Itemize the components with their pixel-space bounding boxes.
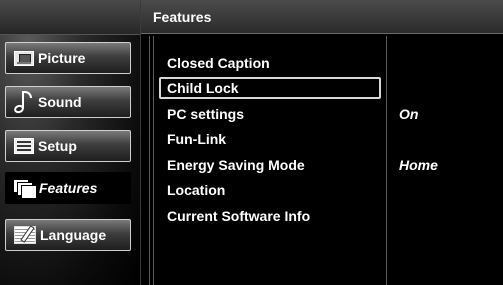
energy-saving-mode-value: Home <box>399 157 438 173</box>
sidebar: Picture Sound Setup Features Language <box>0 0 141 285</box>
menu-item-location[interactable]: Location <box>165 179 375 201</box>
sidebar-header <box>0 0 140 35</box>
menu-item-energy-saving-mode[interactable]: Energy Saving Mode <box>165 154 375 176</box>
sound-icon <box>12 91 34 115</box>
features-icon <box>13 179 37 199</box>
sidebar-item-label: Sound <box>38 94 82 110</box>
language-icon <box>14 226 36 244</box>
divider <box>153 36 154 285</box>
menu-item-fun-link[interactable]: Fun-Link <box>165 128 375 150</box>
divider <box>149 36 150 285</box>
sidebar-item-sound[interactable]: Sound <box>5 86 131 118</box>
setup-icon <box>14 138 34 154</box>
divider <box>386 36 387 285</box>
menu-item-pc-settings[interactable]: PC settings <box>165 103 375 125</box>
pc-settings-value: On <box>399 106 419 122</box>
sidebar-item-setup[interactable]: Setup <box>5 130 131 162</box>
picture-icon <box>14 50 34 66</box>
menu-item-current-software-info[interactable]: Current Software Info <box>165 205 375 227</box>
page-title: Features <box>141 0 503 34</box>
sidebar-item-label: Features <box>39 180 98 196</box>
sidebar-item-picture[interactable]: Picture <box>5 42 131 74</box>
sidebar-item-label: Language <box>40 227 107 243</box>
menu-item-closed-caption[interactable]: Closed Caption <box>165 52 375 74</box>
sidebar-item-label: Setup <box>38 138 77 154</box>
sidebar-item-label: Picture <box>38 50 86 66</box>
sidebar-item-language[interactable]: Language <box>5 219 131 251</box>
menu-item-child-lock[interactable]: Child Lock <box>159 77 381 99</box>
sidebar-item-features[interactable]: Features <box>5 172 131 204</box>
